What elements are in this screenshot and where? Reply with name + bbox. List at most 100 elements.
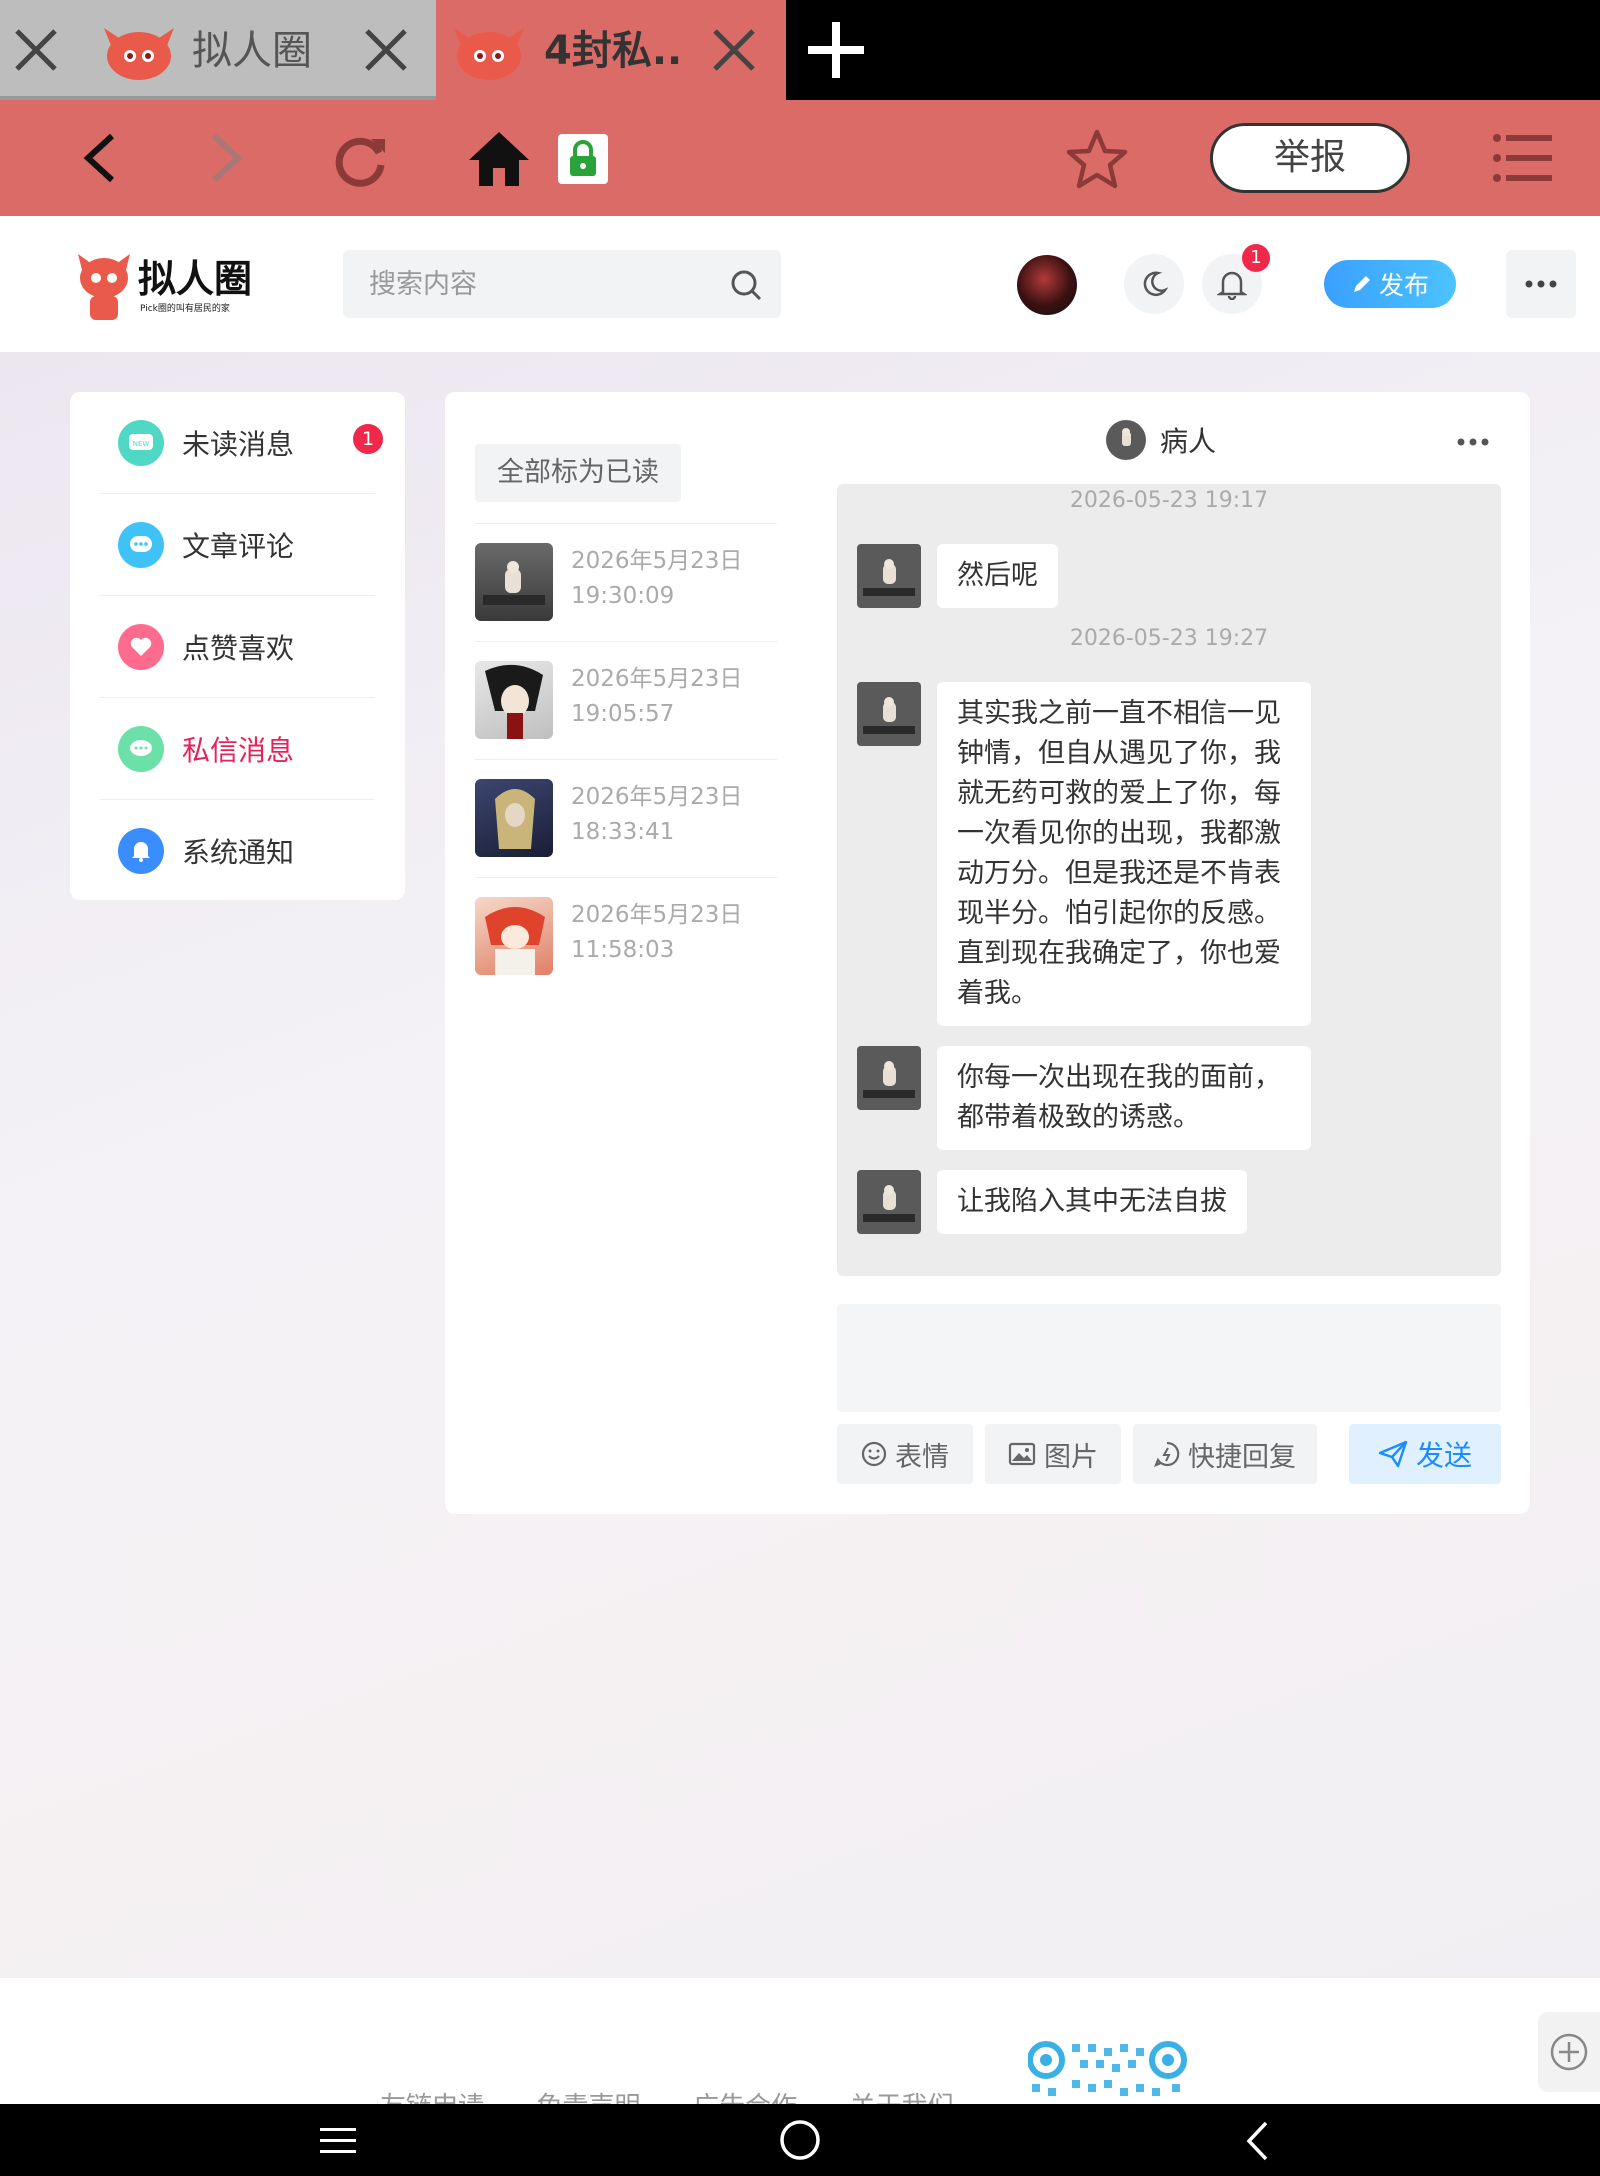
back-icon[interactable] (70, 128, 130, 188)
quick-reply-icon (1154, 1441, 1180, 1467)
logo-text: 拟人圈 (138, 255, 253, 301)
message-bubble: 其实我之前一直不相信一见钟情，但自从遇见了你，我就无药可救的爱上了你，每一次看见… (937, 682, 1311, 1026)
message-bubble: 你每一次出现在我的面前，都带着极致的诱惑。 (937, 1046, 1311, 1150)
system-navigation-bar (0, 2104, 1600, 2176)
plus-circle-icon (1550, 2033, 1588, 2071)
publish-label: 发布 (1378, 271, 1429, 300)
recent-apps-icon[interactable] (318, 2124, 358, 2158)
bell-icon (118, 828, 164, 874)
footer-link[interactable]: 免责声明 (537, 2092, 641, 2104)
home-circle-icon[interactable] (778, 2118, 822, 2162)
browser-toolbar: 举报 (0, 100, 1600, 216)
menu-label: 点赞喜欢 (182, 631, 295, 665)
floating-add-button[interactable] (1538, 2012, 1600, 2092)
image-icon (1008, 1442, 1036, 1466)
close-tab-icon[interactable] (708, 24, 760, 76)
image-button[interactable]: 图片 (985, 1424, 1121, 1484)
chat-history: 2026-05-23 19:17 然后呢 2026-05-23 19:27 其实… (837, 484, 1501, 1276)
mascot-icon (78, 254, 130, 320)
smiley-icon (861, 1441, 887, 1467)
heart-icon (118, 623, 164, 670)
browser-tab-inactive[interactable]: 拟人圈 (0, 0, 436, 100)
message-category-menu: NEW 未读消息 1 文章评论 点赞喜欢 私信消息 系统通知 (70, 392, 405, 900)
close-tab-icon[interactable] (360, 24, 412, 76)
contact-name: 病人 (1160, 425, 1217, 458)
menu-item-private-messages[interactable]: 私信消息 (100, 698, 375, 800)
message-bubble: 让我陷入其中无法自拔 (937, 1170, 1247, 1234)
notification-badge: 1 (1242, 244, 1270, 272)
menu-icon[interactable] (1490, 128, 1556, 188)
bell-icon (1217, 271, 1247, 300)
footer-links: 友链申请· 免责声明· 广告合作· 关于我们 (380, 2086, 972, 2104)
conversation-item[interactable]: 2026年5月23日 18:33:41 (475, 759, 777, 877)
search-icon[interactable] (729, 268, 763, 302)
report-button[interactable]: 举报 (1210, 123, 1410, 193)
chat-icon (118, 725, 164, 772)
new-tab-icon[interactable] (800, 18, 872, 82)
conversation-time: 2026年5月23日 11:58:03 (571, 902, 743, 963)
menu-label: 私信消息 (182, 733, 295, 767)
reload-icon[interactable] (328, 128, 392, 192)
conversation-time: 2026年5月23日 18:33:41 (571, 784, 743, 845)
footer-link[interactable]: 友链申请 (380, 2092, 484, 2104)
close-tab-icon[interactable] (10, 24, 62, 76)
conversation-avatar (475, 897, 553, 975)
message-bubble: 然后呢 (937, 544, 1058, 608)
conversation-time: 2026年5月23日 19:05:57 (571, 666, 743, 727)
search-input[interactable] (343, 250, 703, 318)
contact-avatar[interactable] (1106, 420, 1146, 460)
site-favicon-icon (104, 28, 174, 80)
lock-icon[interactable] (558, 134, 608, 184)
message-timestamp: 2026-05-23 19:17 (1069, 488, 1269, 513)
messages-panel: 全部标为已读 2026年5月23日 19:30:09 2026年5月23日 19… (445, 392, 1530, 1514)
comment-icon (118, 521, 164, 568)
svg-text:NEW: NEW (133, 440, 150, 448)
message-input[interactable] (837, 1304, 1501, 1412)
menu-item-system-notice[interactable]: 系统通知 (100, 800, 375, 902)
paper-plane-icon (1378, 1440, 1408, 1468)
pencil-icon (1353, 276, 1370, 292)
conversation-avatar (475, 779, 553, 857)
browser-tab-strip: 拟人圈 4封私... (0, 0, 1600, 100)
dark-mode-toggle[interactable] (1124, 254, 1184, 314)
send-button[interactable]: 发送 (1349, 1424, 1501, 1484)
emoji-label: 表情 (895, 1441, 949, 1473)
user-avatar[interactable] (1017, 255, 1077, 315)
conversation-item[interactable]: 2026年5月23日 19:05:57 (475, 641, 777, 759)
logo-subtitle: Pick圈的叫有居民的家 (140, 303, 230, 314)
home-icon[interactable] (464, 126, 534, 190)
moon-icon (1143, 271, 1168, 297)
conversation-item[interactable]: 2026年5月23日 19:30:09 (475, 523, 777, 641)
publish-button[interactable]: 发布 (1324, 260, 1456, 308)
tab-title: 拟人圈 (192, 28, 312, 74)
site-logo[interactable]: 拟人圈 Pick圈的叫有居民的家 (76, 246, 276, 326)
forward-icon[interactable] (196, 128, 256, 188)
browser-tab-active[interactable]: 4封私... (436, 0, 786, 100)
menu-label: 文章评论 (182, 529, 295, 563)
footer-link[interactable]: 广告合作 (693, 2092, 797, 2104)
footer-link[interactable]: 关于我们 (850, 2092, 954, 2104)
site-footer: 友链申请· 免责声明· 广告合作· 关于我们 (0, 1978, 1600, 2104)
quick-reply-button[interactable]: 快捷回复 (1133, 1424, 1317, 1484)
menu-label: 未读消息 (182, 427, 295, 461)
conversation-time: 2026年5月23日 19:30:09 (571, 548, 743, 609)
quick-reply-label: 快捷回复 (1188, 1441, 1296, 1473)
emoji-button[interactable]: 表情 (837, 1424, 973, 1484)
message-timestamp: 2026-05-23 19:27 (1069, 626, 1269, 651)
mark-all-read-button[interactable]: 全部标为已读 (475, 444, 681, 502)
more-dots-icon[interactable] (1455, 432, 1491, 452)
conversation-item[interactable]: 2026年5月23日 11:58:03 (475, 877, 777, 995)
message-avatar (857, 1170, 921, 1234)
bookmark-star-icon[interactable] (1062, 126, 1132, 192)
back-nav-icon[interactable] (1244, 2120, 1270, 2162)
qr-code-icon (1028, 2041, 1187, 2096)
unread-badge: 1 (353, 424, 383, 454)
send-label: 发送 (1415, 1439, 1472, 1472)
image-label: 图片 (1044, 1441, 1098, 1473)
menu-item-likes[interactable]: 点赞喜欢 (100, 596, 375, 698)
search-box (343, 250, 781, 318)
menu-item-comments[interactable]: 文章评论 (100, 494, 375, 596)
header-more-button[interactable] (1506, 250, 1576, 318)
menu-item-unread[interactable]: NEW 未读消息 1 (100, 392, 383, 494)
conversation-list: 2026年5月23日 19:30:09 2026年5月23日 19:05:57 … (475, 523, 777, 995)
